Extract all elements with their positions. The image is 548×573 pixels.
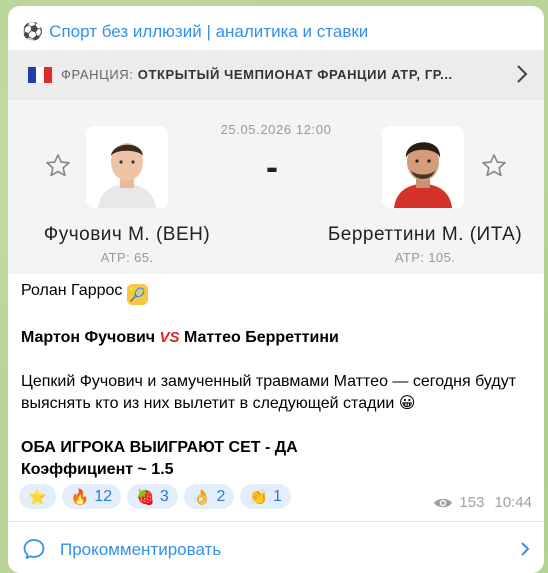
- france-flag-icon: [28, 67, 52, 83]
- player1-photo[interactable]: [86, 126, 168, 208]
- bet-line: ОБА ИГРОКА ВЫИГРАЮТ СЕТ - ДА: [21, 439, 298, 456]
- message-time: 10:44: [494, 494, 532, 511]
- tennis-emoji: 🎾: [126, 284, 148, 305]
- player1-name[interactable]: Фучович М. (ВЕН): [36, 224, 218, 246]
- tournament-name: ОТКРЫТЫЙ ЧЕМПИОНАТ ФРАНЦИИ ATP, ГР...: [137, 67, 453, 82]
- grin-emoji: 😀: [398, 395, 416, 412]
- channel-header[interactable]: ⚽ Спорт без иллюзий | аналитика и ставки: [22, 20, 368, 44]
- comment-bubble-icon: [23, 539, 45, 559]
- matchup-player-b: Маттео Берреттини: [184, 329, 339, 346]
- match-score: -: [266, 146, 278, 187]
- reaction-count: 2: [216, 487, 226, 505]
- player2-rank: ATP: 105.: [394, 250, 456, 265]
- post-text: Ролан Гаррос 🎾 Мартон Фучович VS Маттео …: [21, 280, 533, 481]
- message-meta: 153 10:44: [433, 494, 532, 511]
- player1-rank: ATP: 65.: [100, 250, 154, 265]
- message-bubble: ⚽ Спорт без иллюзий | аналитика и ставки…: [8, 6, 544, 573]
- post-body-line: Цепкий Фучович и замученный травмами Мат…: [21, 371, 533, 415]
- star-reaction-icon: ⭐: [28, 488, 47, 506]
- reaction-star[interactable]: ⭐: [19, 484, 56, 509]
- reaction-count: 1: [273, 487, 282, 505]
- post-body: Цепкий Фучович и замученный травмами Мат…: [21, 373, 517, 412]
- ok-hand-reaction-icon: 👌: [192, 488, 212, 506]
- vs-icon: VS: [159, 329, 180, 346]
- post-title: Ролан Гаррос: [21, 282, 123, 299]
- matchup-player-a: Мартон Фучович: [21, 329, 156, 346]
- comment-button[interactable]: Прокомментировать: [8, 522, 544, 573]
- comment-label: Прокомментировать: [60, 540, 222, 559]
- strawberry-reaction-icon: 🍓: [136, 488, 155, 506]
- reactions-bar: ⭐ 🔥 12 🍓 3 👌 2 👏 1: [19, 484, 291, 509]
- reaction-clap[interactable]: 👏 1: [240, 484, 291, 509]
- tournament-bar[interactable]: ФРАНЦИЯ: ОТКРЫТЫЙ ЧЕМПИОНАТ ФРАНЦИИ ATP,…: [8, 50, 544, 100]
- chevron-right-icon[interactable]: [516, 64, 528, 84]
- reaction-fire[interactable]: 🔥 12: [61, 484, 122, 509]
- channel-title[interactable]: Спорт без иллюзий | аналитика и ставки: [49, 22, 368, 42]
- eye-icon: [434, 498, 453, 507]
- clap-reaction-icon: 👏: [249, 488, 269, 506]
- view-count: 153: [459, 494, 485, 511]
- soccer-ball-icon: ⚽: [22, 22, 44, 41]
- tournament-title: ФРАНЦИЯ: ОТКРЫТЫЙ ЧЕМПИОНАТ ФРАНЦИИ ATP,…: [61, 67, 453, 82]
- chevron-right-icon: [521, 542, 530, 556]
- favorite-star-icon[interactable]: [480, 152, 508, 180]
- favorite-star-icon[interactable]: [44, 152, 72, 180]
- reaction-ok-hand[interactable]: 👌 2: [183, 484, 235, 509]
- matchup-line: Мартон Фучович VS Маттео Берреттини: [21, 327, 533, 349]
- tournament-country: ФРАНЦИЯ:: [61, 67, 134, 82]
- player2-photo[interactable]: [382, 126, 464, 208]
- reaction-count: 12: [94, 487, 113, 505]
- odds-line: Коэффициент ~ 1.5: [21, 461, 174, 478]
- player2-name[interactable]: Берреттини М. (ИТА): [322, 224, 528, 246]
- reaction-count: 3: [159, 487, 169, 505]
- match-card[interactable]: ФРАНЦИЯ: ОТКРЫТЫЙ ЧЕМПИОНАТ ФРАНЦИИ ATP,…: [8, 50, 544, 274]
- reaction-strawberry[interactable]: 🍓 3: [127, 484, 178, 509]
- fire-reaction-icon: 🔥: [70, 488, 90, 506]
- post-line: Ролан Гаррос 🎾: [21, 280, 533, 305]
